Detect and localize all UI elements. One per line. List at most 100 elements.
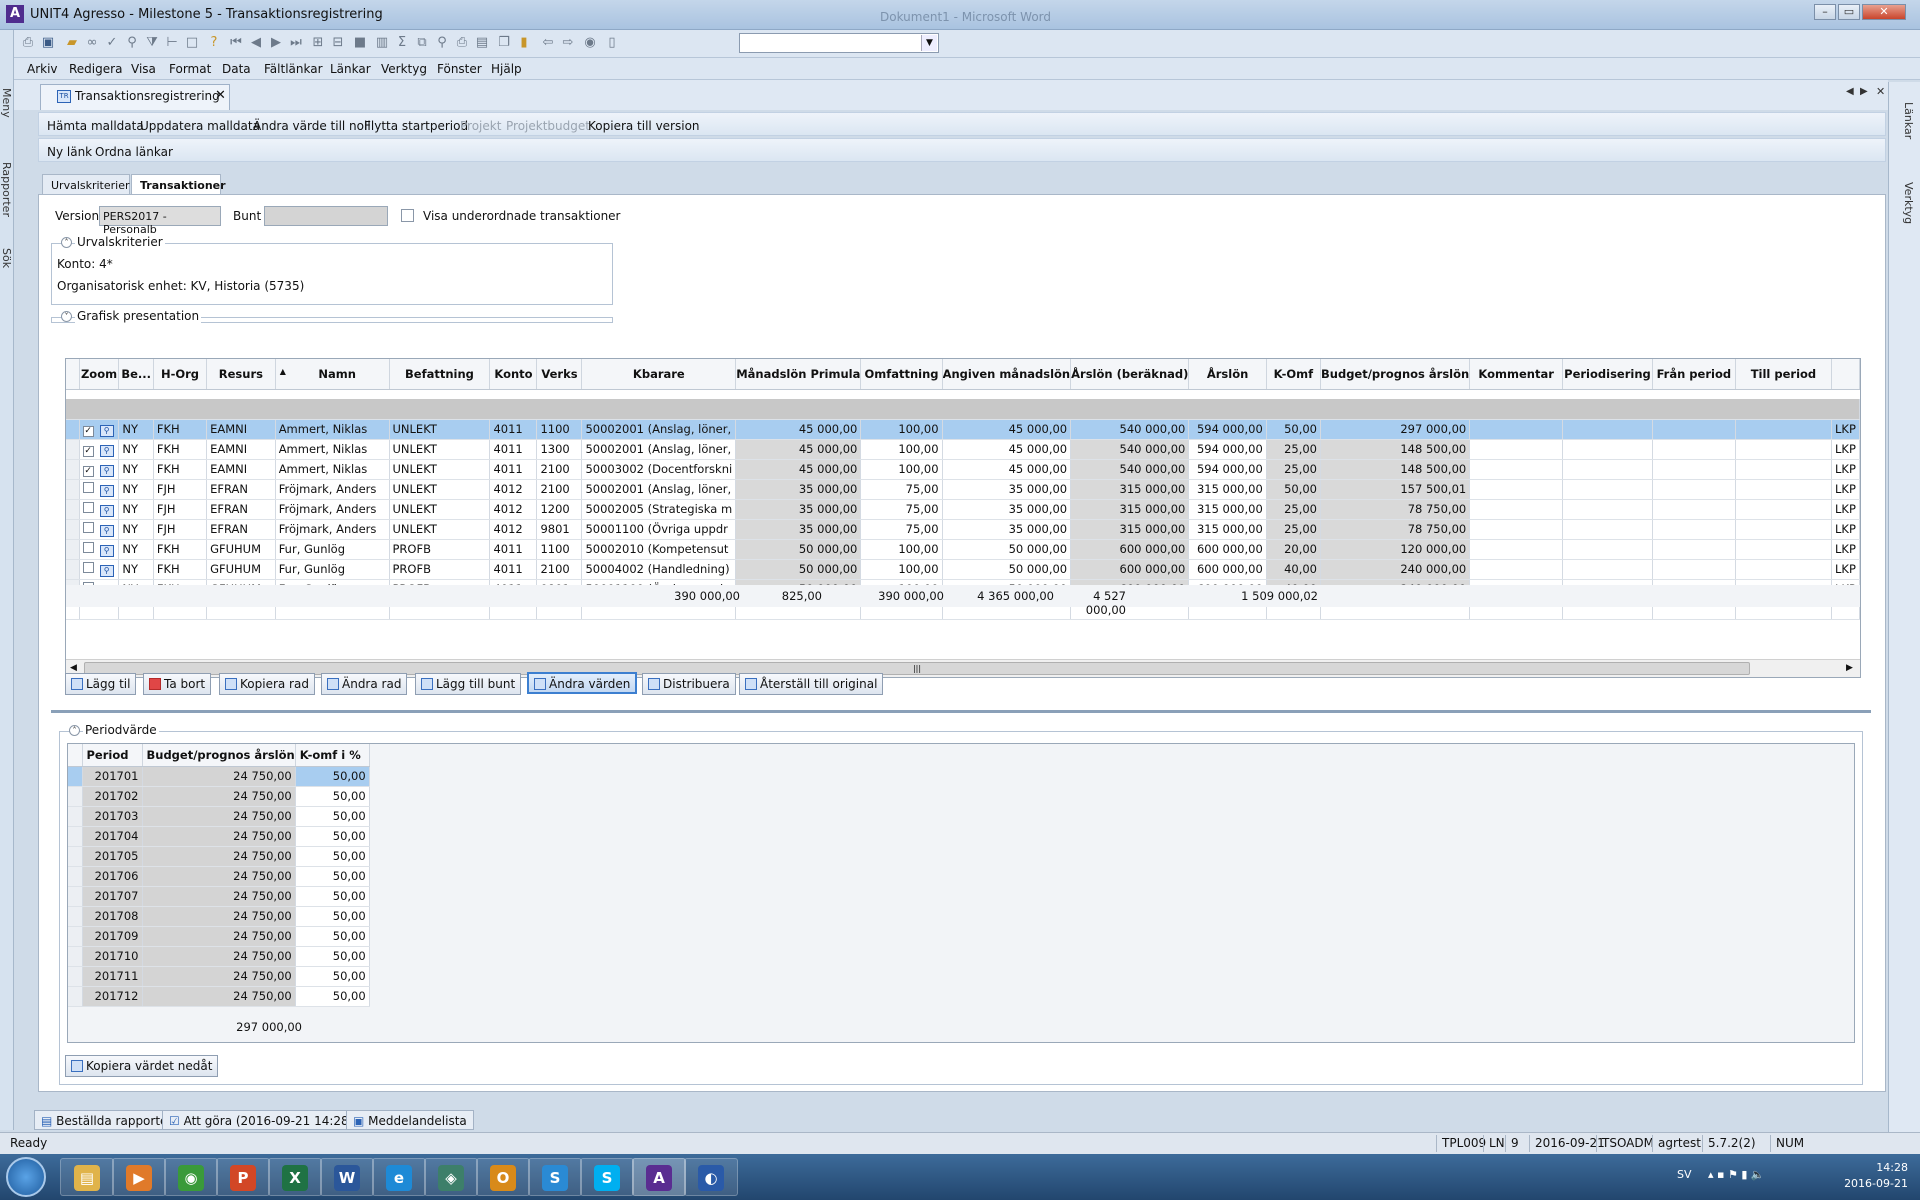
col-befattning[interactable]: Befattning — [389, 359, 491, 390]
cell-arslon[interactable]: 594 000,00 — [1188, 439, 1267, 460]
cell-verks[interactable]: 1100 — [536, 539, 583, 560]
open-folder-icon[interactable]: ▰ — [64, 35, 80, 51]
cell-be[interactable]: NY — [118, 519, 154, 540]
row-indicator[interactable] — [66, 439, 80, 460]
cell-arslon[interactable]: 315 000,00 — [1188, 519, 1267, 540]
cell-extra[interactable]: LKP — [1831, 439, 1860, 460]
distribuera-button[interactable]: Distribuera — [642, 673, 736, 695]
period-cell[interactable]: 201712 — [82, 986, 143, 1007]
cell-kbarare[interactable]: 50002001 (Anslag, löner, — [581, 479, 737, 500]
previous-record-icon[interactable]: ◀ — [248, 35, 264, 51]
cell-arslon[interactable]: 315 000,00 — [1188, 499, 1267, 520]
cell-resurs[interactable]: GFUHUM — [206, 559, 276, 580]
period-row-indicator[interactable] — [68, 846, 83, 867]
cell-namn[interactable]: Ammert, Niklas — [275, 419, 390, 440]
outlook-taskbar-button[interactable]: O — [476, 1158, 530, 1196]
printer-setup-icon[interactable]: ⎙ — [454, 35, 470, 51]
agresso-taskbar-button[interactable]: A — [632, 1158, 686, 1196]
cell-periodisering[interactable] — [1562, 519, 1653, 540]
period-row-indicator[interactable] — [68, 986, 83, 1007]
zoom-icon[interactable]: ⚲ — [99, 544, 114, 557]
cell-be[interactable]: NY — [118, 419, 154, 440]
period-row[interactable]: 201711 24 750,00 50,00 — [68, 966, 370, 987]
cell-arslon[interactable]: 600 000,00 — [1188, 539, 1267, 560]
cell-omfattning[interactable]: 100,00 — [860, 439, 943, 460]
cell-resurs[interactable]: EFRAN — [206, 479, 276, 500]
cell-periodisering[interactable] — [1562, 419, 1653, 440]
zoom-cell[interactable]: ⚲ — [79, 479, 120, 500]
cell-k-omf[interactable]: 50,00 — [1266, 479, 1322, 500]
period-cell[interactable]: 201702 — [82, 786, 143, 807]
cell-periodisering[interactable] — [1562, 479, 1653, 500]
side-tab-rapporter[interactable]: Rapporter — [0, 162, 13, 217]
cell-till-period[interactable] — [1735, 459, 1833, 480]
cell-angiven-manadslon[interactable]: 35 000,00 — [942, 519, 1072, 540]
komf-cell[interactable]: 50,00 — [295, 966, 370, 987]
zoom-icon[interactable]: ⚲ — [99, 564, 114, 577]
cell-till-period[interactable] — [1735, 439, 1833, 460]
cell-be[interactable]: NY — [118, 479, 154, 500]
back-arrow-icon[interactable]: ⇦ — [540, 35, 556, 51]
cell-extra[interactable]: LKP — [1831, 559, 1860, 580]
cell-fran-period[interactable] — [1652, 479, 1736, 500]
stop-icon[interactable]: ■ — [352, 35, 368, 51]
cell-fran-period[interactable] — [1652, 459, 1736, 480]
cell-konto[interactable]: 4011 — [489, 419, 538, 440]
cell-manadslon-primula[interactable]: 45 000,00 — [735, 439, 862, 460]
preview-icon[interactable]: ▤ — [474, 35, 490, 51]
cell-till-period[interactable] — [1735, 539, 1833, 560]
cell-be[interactable]: NY — [118, 559, 154, 580]
komf-cell[interactable]: 50,00 — [295, 806, 370, 827]
chart-icon[interactable]: ▥ — [374, 35, 390, 51]
zoom-icon[interactable]: ⚲ — [99, 424, 114, 437]
period-cell[interactable]: 201701 — [82, 766, 143, 787]
table-row[interactable]: ✓ ⚲ NY FKH EAMNI Ammert, Niklas UNLEKT 4011 1100… — [66, 419, 1860, 440]
budget-cell[interactable]: 24 750,00 — [142, 926, 296, 947]
sync-taskbar-button[interactable]: ◐ — [684, 1158, 738, 1196]
budget-cell[interactable]: 24 750,00 — [142, 766, 296, 787]
menu-redigera[interactable]: Redigera — [69, 62, 122, 76]
cell-manadslon-primula[interactable]: 50 000,00 — [735, 559, 862, 580]
cell-kommentar[interactable] — [1469, 519, 1564, 540]
cell-budget-prognos-arslon[interactable]: 148 500,00 — [1320, 439, 1471, 460]
menu-verktyg[interactable]: Verktyg — [381, 62, 427, 76]
period-cell[interactable]: 201706 — [82, 866, 143, 887]
action-flytta-startperiod[interactable]: Flytta startperiod — [364, 119, 468, 133]
collapse-icon[interactable]: ˄ — [61, 237, 72, 248]
ie-taskbar-button[interactable]: e — [372, 1158, 426, 1196]
language-indicator[interactable]: SV — [1677, 1168, 1692, 1181]
cell-k-omf[interactable]: 25,00 — [1266, 459, 1322, 480]
period-row-indicator[interactable] — [68, 926, 83, 947]
cell-omfattning[interactable]: 100,00 — [860, 459, 943, 480]
lagg-till-bunt-button[interactable]: Lägg till bunt — [415, 673, 522, 695]
period-row-indicator[interactable] — [68, 966, 83, 987]
menu-data[interactable]: Data — [222, 62, 251, 76]
budget-cell[interactable]: 24 750,00 — [142, 966, 296, 987]
cell-konto[interactable]: 4012 — [489, 519, 538, 540]
komf-cell[interactable]: 50,00 — [295, 866, 370, 887]
andra-rad-button[interactable]: Ändra rad — [321, 673, 408, 695]
period-row[interactable]: 201709 24 750,00 50,00 — [68, 926, 370, 947]
komf-cell[interactable]: 50,00 — [295, 766, 370, 787]
col-till-period[interactable]: Till period — [1735, 359, 1833, 390]
cell-h-org[interactable]: FJH — [153, 519, 208, 540]
clock[interactable]: 14:28 2016-09-21 — [1844, 1160, 1908, 1192]
budget-cell[interactable]: 24 750,00 — [142, 846, 296, 867]
period-col-period[interactable]: Period — [82, 744, 143, 767]
cell-budget-prognos-arslon[interactable]: 78 750,00 — [1320, 519, 1471, 540]
period-row-indicator[interactable] — [68, 946, 83, 967]
col-periodisering[interactable]: Periodisering — [1562, 359, 1653, 390]
cell-konto[interactable]: 4012 — [489, 499, 538, 520]
row-checkbox[interactable]: ✓ — [82, 465, 94, 477]
cell-kommentar[interactable] — [1469, 559, 1564, 580]
binoculars-icon[interactable]: ∞ — [84, 35, 100, 51]
cell-fran-period[interactable] — [1652, 539, 1736, 560]
cell-omfattning[interactable]: 100,00 — [860, 559, 943, 580]
ta-bort-button[interactable]: Ta bort — [143, 673, 212, 695]
cell-befattning[interactable]: UNLEKT — [389, 499, 491, 520]
komf-cell[interactable]: 50,00 — [295, 886, 370, 907]
period-row[interactable]: 201707 24 750,00 50,00 — [68, 886, 370, 907]
bunt-field[interactable] — [264, 206, 388, 226]
row-checkbox[interactable]: ✓ — [82, 445, 94, 457]
cell-namn[interactable]: Fröjmark, Anders — [275, 519, 390, 540]
